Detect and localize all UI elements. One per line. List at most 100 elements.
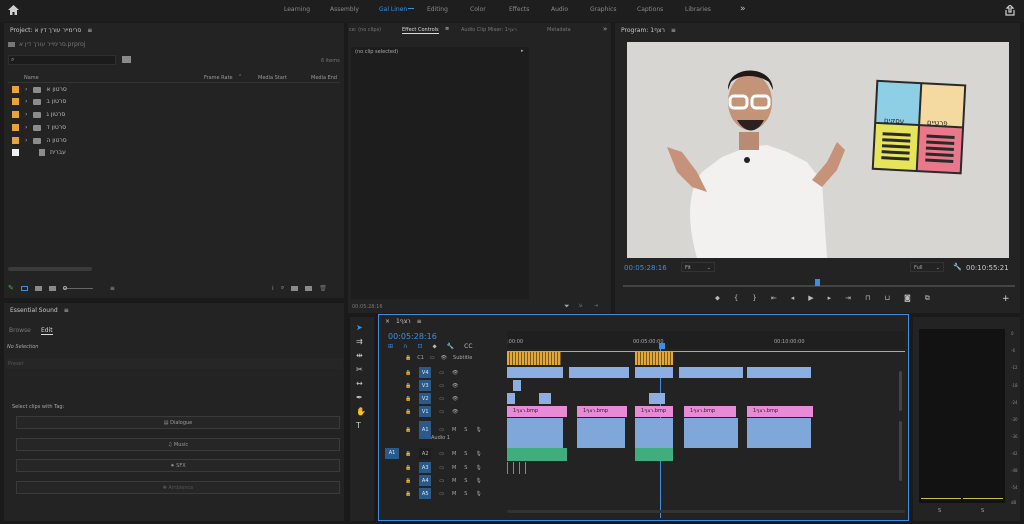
audio-clip[interactable] (507, 418, 563, 448)
panel-menu-icon[interactable]: ≡ (417, 318, 422, 325)
audio-clip[interactable] (684, 418, 738, 448)
ws-assembly[interactable]: Assembly (330, 6, 359, 13)
type-tool-icon[interactable]: T (356, 421, 366, 430)
solo-left-button[interactable]: S (938, 508, 941, 514)
eye-icon[interactable]: 👁 (441, 355, 447, 361)
mute-button[interactable]: M (452, 451, 456, 457)
solo-right-button[interactable]: S (981, 508, 984, 514)
list-item[interactable]: › סרטון ה (12, 135, 67, 146)
track-v3[interactable]: V3 (419, 380, 432, 391)
lock-icon[interactable]: 🔒 (405, 383, 411, 389)
program-video[interactable]: עסקים פרטיים (627, 42, 1009, 258)
ripple-edit-icon[interactable]: ⇹ (356, 351, 366, 360)
mute-button[interactable]: M (452, 478, 456, 484)
new-bin-bottom-icon[interactable] (291, 285, 299, 291)
col-frame-rate[interactable]: Frame Rate (204, 75, 233, 81)
play-icon[interactable]: ▶ (808, 294, 813, 303)
lock-icon[interactable]: 🔒 (405, 370, 411, 376)
toggle-icon[interactable]: ▭ (430, 355, 435, 361)
chevron-right-icon[interactable]: › (25, 111, 27, 118)
track-a3[interactable]: A3 (419, 462, 432, 473)
preset-select[interactable]: Preset (6, 358, 343, 369)
quality-select[interactable]: Full ⌄ (910, 262, 944, 272)
chevron-right-icon[interactable]: › (25, 137, 27, 144)
ws-graphics[interactable]: Graphics (590, 6, 617, 13)
tab-effect-controls[interactable]: Effect Controls (402, 27, 439, 34)
ws-effects[interactable]: Effects (509, 6, 529, 13)
clip[interactable] (747, 367, 811, 378)
insert-icon[interactable]: ⊡ (417, 343, 422, 351)
audio-clip[interactable] (577, 418, 625, 448)
icon-view-icon[interactable] (34, 285, 42, 291)
zoom-slider[interactable] (62, 285, 93, 290)
ws-audio[interactable]: Audio (551, 6, 568, 13)
list-item[interactable]: עברית (12, 147, 66, 158)
extract-icon[interactable]: ⊔ (884, 294, 889, 303)
audio-clip[interactable] (747, 418, 811, 448)
solo-button[interactable]: S (464, 451, 467, 457)
solo-button[interactable]: S (464, 427, 467, 433)
slip-icon[interactable]: ↔ (356, 379, 366, 388)
sort-icon[interactable]: ≡ (110, 285, 115, 292)
mute-button[interactable]: M (452, 491, 456, 497)
clip[interactable] (649, 393, 665, 404)
subtitle-clips[interactable] (635, 352, 673, 365)
track-a2[interactable]: A2 (419, 448, 432, 459)
play-only-icon[interactable]: ⇥ (594, 303, 598, 309)
captions-icon[interactable]: CC (464, 343, 472, 351)
wrench-icon[interactable]: 🔧 (953, 263, 962, 271)
tab-audio-clip-mixer[interactable]: Audio Clip Mixer: רצף1 (461, 27, 517, 33)
source-patch-a1[interactable]: A1 (385, 448, 399, 459)
track-v2[interactable]: V2 (419, 393, 432, 404)
snap-icon[interactable]: ⊞ (388, 343, 393, 351)
program-timecode[interactable]: 00:05:28:16 (624, 264, 667, 272)
clip[interactable] (507, 393, 515, 404)
filter-icon[interactable]: ⏷ (564, 302, 570, 311)
ws-gal-linen[interactable]: Gal Linen (379, 6, 407, 13)
ws-color[interactable]: Color (470, 6, 486, 13)
camera-icon[interactable]: ◙ (904, 294, 911, 303)
add-marker-icon[interactable]: ⬥ (432, 343, 436, 351)
ws-captions[interactable]: Captions (637, 6, 663, 13)
lock-icon[interactable]: 🔒 (405, 491, 411, 497)
comparison-icon[interactable]: ⧉ (925, 294, 930, 303)
list-view-icon[interactable] (20, 285, 28, 291)
solo-button[interactable]: S (464, 478, 467, 484)
mark-out-icon[interactable]: } (752, 294, 756, 303)
clip[interactable] (513, 380, 521, 391)
tab-edit[interactable]: Edit (41, 327, 53, 335)
video-track-scrollbar[interactable] (899, 371, 902, 411)
sequence-tab[interactable]: רצף1 (396, 318, 411, 325)
close-icon[interactable]: × (385, 318, 390, 325)
panel-menu-icon[interactable]: ≡ (671, 27, 676, 34)
new-item-icon[interactable] (305, 285, 313, 291)
razor-icon[interactable]: ✂ (356, 365, 366, 374)
settings-wrench-icon[interactable]: 🔧 (447, 343, 454, 351)
mic-icon[interactable]: 🎙 (475, 427, 481, 433)
col-name[interactable]: Name (24, 75, 39, 81)
hand-icon[interactable]: ✋ (356, 407, 366, 416)
ws-more[interactable]: » (740, 4, 746, 14)
clip-bmp[interactable]: רצף1.bmp (507, 406, 567, 417)
marker-icon[interactable]: ⬥ (715, 294, 720, 303)
list-item[interactable]: › סרטון ג (12, 109, 65, 120)
mute-button[interactable]: M (452, 465, 456, 471)
chevron-right-icon[interactable]: › (25, 86, 27, 93)
chevron-right-icon[interactable]: › (25, 98, 27, 105)
list-item[interactable]: › סרטון א (12, 84, 67, 95)
audio-track-scrollbar[interactable] (899, 421, 902, 481)
audio-clip[interactable] (635, 418, 673, 448)
panel-menu-icon[interactable]: ≡ (64, 307, 69, 314)
selection-tool-icon[interactable]: ➤ (356, 323, 366, 332)
panel-menu-icon[interactable]: ≡ (87, 27, 92, 34)
timeline-timecode[interactable]: 00:05:28:16 (388, 332, 437, 341)
dialogue-button[interactable]: ▤ Dialogue (16, 416, 340, 429)
lock-icon[interactable]: 🔒 (405, 409, 411, 415)
lock-icon[interactable]: 🔒 (405, 451, 411, 457)
ws-libraries[interactable]: Libraries (685, 6, 711, 13)
list-item[interactable]: › סרטון ב (12, 96, 66, 107)
subtitle-clips[interactable] (507, 352, 561, 365)
lock-icon[interactable]: 🔒 (405, 355, 411, 361)
freeform-view-icon[interactable] (48, 285, 56, 291)
clip[interactable] (539, 393, 551, 404)
